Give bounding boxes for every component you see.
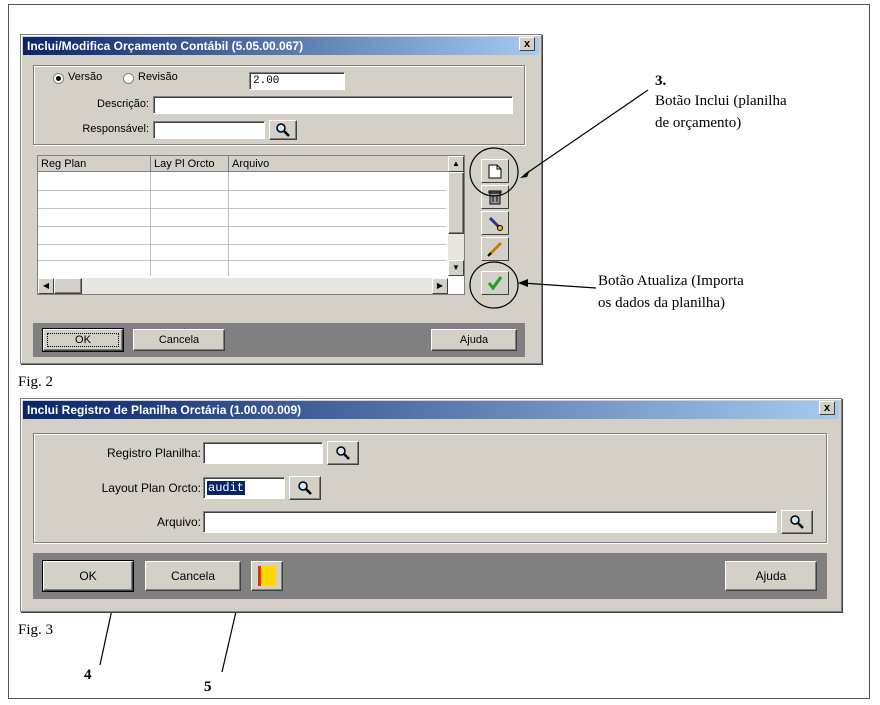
fig2-window: Inclui/Modifica Orçamento Contábil (5.05… bbox=[20, 34, 542, 364]
pencil-button[interactable] bbox=[481, 237, 509, 261]
arquivo-field[interactable] bbox=[203, 511, 777, 533]
fig2-cancel-label: Cancela bbox=[158, 334, 200, 346]
checkmark-icon bbox=[487, 276, 503, 291]
fig2-caption: Fig. 2 bbox=[18, 374, 54, 390]
grid-row-line bbox=[38, 208, 446, 209]
fig2-ok-button[interactable]: OK bbox=[42, 328, 124, 352]
fig2-title: Inclui/Modifica Orçamento Contábil (5.05… bbox=[27, 39, 304, 53]
fig3-ok-label: OK bbox=[79, 569, 97, 583]
fig2-help-label: Ajuda bbox=[459, 334, 489, 346]
trash-icon bbox=[488, 190, 502, 205]
registro-label: Registro Planilha: bbox=[106, 446, 201, 460]
responsavel-field[interactable] bbox=[153, 121, 265, 139]
scroll-up-button[interactable]: ▲ bbox=[448, 156, 464, 172]
fig3-window: Inclui Registro de Planilha Orctária (1.… bbox=[20, 398, 842, 612]
responsavel-search-button[interactable] bbox=[269, 120, 297, 140]
annotation-number-5: 5 bbox=[204, 679, 212, 695]
annotation-number-3: 3. bbox=[655, 73, 667, 89]
grid-row-line bbox=[38, 190, 446, 191]
annotation-number-4: 4 bbox=[84, 667, 92, 683]
revisao-radio[interactable] bbox=[123, 73, 134, 84]
fig3-caption: Fig. 3 bbox=[18, 622, 54, 638]
atualiza-button[interactable] bbox=[481, 271, 509, 295]
annotation-atualiza-line2: os dados da planilha) bbox=[598, 295, 726, 311]
delete-button[interactable] bbox=[481, 185, 509, 209]
layout-selected-text: audit bbox=[207, 481, 246, 495]
edit-button[interactable] bbox=[481, 211, 509, 235]
hscroll-thumb[interactable] bbox=[54, 278, 82, 294]
inclui-button[interactable] bbox=[481, 159, 509, 183]
fig2-titlebar: Inclui/Modifica Orçamento Contábil (5.05… bbox=[23, 37, 539, 55]
fig3-cancel-button[interactable]: Cancela bbox=[145, 561, 241, 591]
annotation-inclui-line1: Botão Inclui (planilha bbox=[655, 93, 787, 109]
fig3-title: Inclui Registro de Planilha Orctária (1.… bbox=[27, 403, 302, 417]
scroll-left-button[interactable]: ◀ bbox=[38, 278, 54, 294]
grid-header-reg-plan[interactable]: Reg Plan bbox=[38, 156, 151, 172]
descricao-label: Descrição: bbox=[97, 98, 149, 110]
fig3-ok-button[interactable]: OK bbox=[42, 560, 134, 592]
grid-horizontal-scrollbar[interactable] bbox=[38, 278, 448, 294]
search-icon bbox=[276, 123, 290, 137]
fig2-help-button[interactable]: Ajuda bbox=[431, 329, 517, 351]
search-icon bbox=[298, 481, 312, 495]
search-icon bbox=[790, 515, 804, 529]
wrench-icon bbox=[488, 216, 503, 231]
fig2-cancel-button[interactable]: Cancela bbox=[133, 329, 225, 351]
descricao-field[interactable] bbox=[153, 96, 513, 114]
grid-row-line bbox=[38, 244, 446, 245]
scroll-thumb[interactable] bbox=[448, 172, 464, 234]
yellow-swatch-icon bbox=[258, 566, 276, 586]
versao-label: Versão bbox=[68, 71, 103, 83]
version-field[interactable]: 2.00 bbox=[249, 72, 345, 90]
fig3-titlebar: Inclui Registro de Planilha Orctária (1.… bbox=[23, 401, 839, 419]
focus-rect bbox=[47, 333, 119, 347]
annotation-inclui-line2: de orçamento) bbox=[655, 115, 742, 131]
new-document-icon bbox=[488, 164, 502, 179]
layout-label: Layout Plan Orcto: bbox=[101, 481, 201, 495]
fig3-color-button[interactable] bbox=[251, 561, 283, 591]
registro-field[interactable] bbox=[203, 442, 323, 464]
fig3-help-button[interactable]: Ajuda bbox=[725, 561, 817, 591]
revisao-label: Revisão bbox=[138, 71, 178, 83]
planilha-grid[interactable]: Reg Plan Lay Pl Orcto Arquivo ▲ ▼ ◀ ▶ bbox=[37, 155, 465, 295]
layout-search-button[interactable] bbox=[289, 476, 321, 500]
scroll-right-button[interactable]: ▶ bbox=[432, 278, 448, 294]
fig3-close-button[interactable]: x bbox=[819, 401, 835, 415]
pencil-icon bbox=[487, 241, 503, 257]
fig3-help-label: Ajuda bbox=[755, 569, 787, 583]
annotation-atualiza-line1: Botão Atualiza (Importa bbox=[598, 273, 744, 289]
grid-header-lay-pl-orcto[interactable]: Lay Pl Orcto bbox=[151, 156, 229, 172]
fig2-close-button[interactable]: x bbox=[519, 37, 535, 51]
arquivo-search-button[interactable] bbox=[781, 510, 813, 534]
registro-search-button[interactable] bbox=[327, 441, 359, 465]
search-icon bbox=[336, 446, 350, 460]
grid-row-line bbox=[38, 226, 446, 227]
arquivo-label: Arquivo: bbox=[156, 515, 201, 529]
versao-radio[interactable] bbox=[53, 73, 64, 84]
grid-header-arquivo[interactable]: Arquivo bbox=[229, 156, 464, 172]
scroll-down-button[interactable]: ▼ bbox=[448, 260, 464, 276]
grid-row-line bbox=[38, 260, 446, 261]
fig3-cancel-label: Cancela bbox=[170, 569, 216, 583]
responsavel-label: Responsável: bbox=[82, 123, 149, 135]
layout-field[interactable]: audit bbox=[203, 477, 285, 499]
